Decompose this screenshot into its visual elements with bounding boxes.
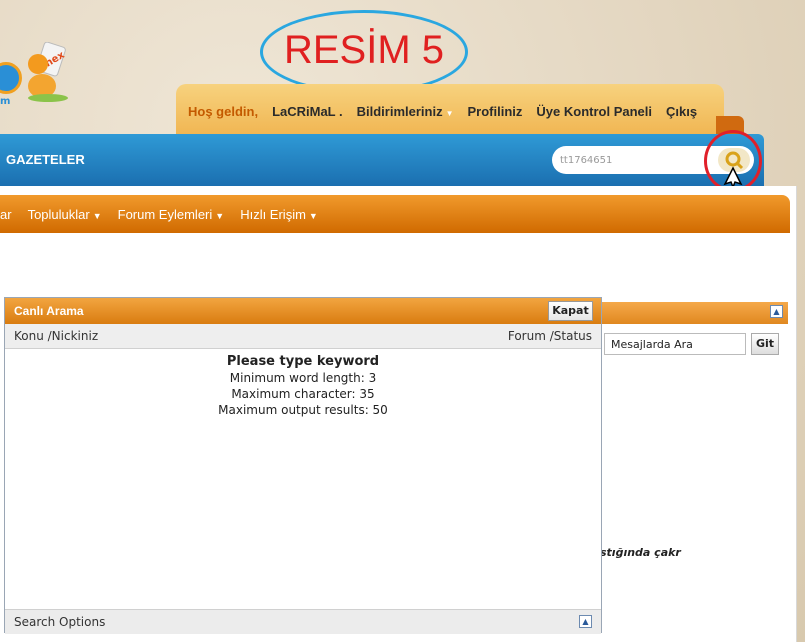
welcome-bar: Hoş geldin, LaCRiMaL . Bildirimleriniz ▼ … [176, 84, 724, 138]
post-snippet: stığında çakr [600, 546, 681, 559]
mouse-cursor-icon [723, 166, 743, 188]
search-input-value: tt1764651 [560, 154, 613, 166]
background-panel-header [600, 302, 788, 324]
search-options-bar[interactable]: Search Options ▲ [5, 609, 601, 634]
main-navbar: GAZETELER tt1764651 [0, 134, 764, 186]
chevron-down-icon: ▼ [92, 211, 102, 221]
column-header-forum: Forum /Status [507, 329, 592, 343]
collapse-icon[interactable]: ▲ [770, 305, 783, 318]
max-results-info: Maximum output results: 50 [218, 403, 388, 417]
menu-label: Hızlı Erişim [240, 207, 306, 222]
live-search-message: Please type keyword Minimum word length:… [5, 354, 601, 418]
annotation-label: RESİM 5 [283, 28, 445, 72]
message-search-value: Mesajlarda Ara [611, 338, 693, 351]
chevron-down-icon: ▼ [445, 109, 454, 118]
chevron-down-icon: ▼ [215, 211, 225, 221]
expand-icon[interactable]: ▲ [579, 615, 592, 628]
column-header-topic: Konu /Nickiniz [14, 329, 99, 343]
keyword-prompt: Please type keyword [226, 354, 380, 369]
message-search-input[interactable]: Mesajlarda Ara [604, 333, 746, 355]
menu-item-truncated[interactable]: ar [0, 207, 12, 222]
control-panel-link[interactable]: Üye Kontrol Paneli [536, 104, 652, 119]
username-link[interactable]: LaCRiMaL . [272, 104, 343, 119]
chevron-down-icon: ▼ [308, 211, 318, 221]
live-search-columns: Konu /Nickiniz Forum /Status [5, 324, 601, 349]
greeting-text: Hoş geldin, [188, 104, 259, 119]
menu-item-hizli-erisim[interactable]: Hızlı Erişim ▼ [240, 207, 318, 222]
mascot-logo-icon: nex [28, 42, 68, 102]
notifications-label: Bildirimleriniz [356, 104, 443, 119]
notifications-menu[interactable]: Bildirimleriniz ▼ [357, 104, 454, 119]
min-length-info: Minimum word length: 3 [229, 371, 377, 385]
profile-link[interactable]: Profiliniz [468, 104, 523, 119]
menu-item-topluluklar[interactable]: Topluluklar ▼ [28, 207, 102, 222]
go-button[interactable]: Git [751, 333, 779, 355]
live-search-popup: Canlı Arama Kapat Konu /Nickiniz Forum /… [4, 297, 602, 634]
nav-item-gazeteler[interactable]: GAZETELER [6, 152, 85, 167]
close-button[interactable]: Kapat [548, 301, 593, 321]
max-char-info: Maximum character: 35 [231, 387, 375, 401]
live-search-header: Canlı Arama Kapat [5, 298, 601, 324]
secondary-navbar: ar Topluluklar ▼ Forum Eylemleri ▼ Hızlı E… [0, 195, 790, 233]
search-options-label: Search Options [14, 615, 106, 629]
live-search-title: Canlı Arama [14, 304, 84, 318]
logo-text-fragment: m [0, 96, 11, 107]
menu-item-forum-eylemleri[interactable]: Forum Eylemleri ▼ [118, 207, 225, 222]
logout-link[interactable]: Çıkış [666, 104, 697, 119]
menu-label: Forum Eylemleri [117, 207, 213, 222]
menu-label: Topluluklar [27, 207, 90, 222]
